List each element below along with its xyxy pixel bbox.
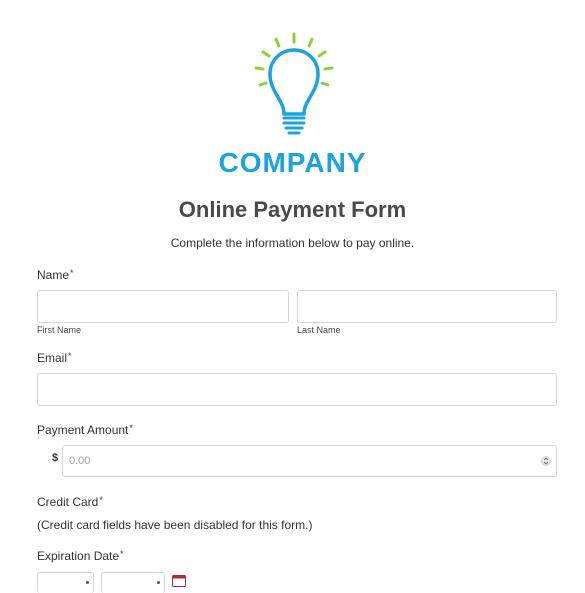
first-name-input[interactable] [37, 290, 289, 323]
expiration-date-label: Expiration Date* [37, 549, 124, 563]
required-mark: * [129, 423, 133, 433]
last-name-sublabel: Last Name [297, 325, 341, 335]
payment-amount-label-text: Payment Amount [37, 423, 129, 437]
email-input[interactable] [37, 373, 557, 406]
required-mark: * [99, 495, 103, 505]
first-name-sublabel: First Name [37, 325, 82, 335]
calendar-icon[interactable] [172, 575, 186, 587]
form-subtitle: Complete the information below to pay on… [170, 236, 415, 250]
credit-card-label: Credit Card* [37, 495, 103, 509]
currency-symbol: $ [52, 452, 59, 464]
name-label-text: Name [37, 268, 70, 282]
expiration-month-select[interactable] [37, 572, 94, 593]
payment-amount-input[interactable]: 0.00 [63, 446, 556, 476]
name-label: Name* [37, 268, 74, 282]
credit-card-disabled-note: (Credit card fields have been disabled f… [37, 518, 313, 532]
dropdown-caret-icon [157, 581, 160, 584]
payment-amount-label: Payment Amount* [37, 423, 133, 437]
email-label-text: Email [37, 351, 68, 365]
expiration-date-label-text: Expiration Date [37, 549, 120, 563]
form-title: Online Payment Form [178, 197, 407, 222]
expiration-year-select[interactable] [101, 572, 165, 593]
last-name-input[interactable] [297, 290, 557, 323]
required-mark: * [70, 268, 74, 278]
number-spinner-icon[interactable] [541, 455, 551, 467]
email-label: Email* [37, 351, 72, 365]
payment-amount-field[interactable]: 0.00 [62, 445, 557, 477]
required-mark: * [68, 351, 72, 361]
lightbulb-icon [254, 32, 334, 135]
company-name: COMPANY [218, 147, 367, 178]
credit-card-label-text: Credit Card [37, 495, 99, 509]
required-mark: * [120, 549, 124, 559]
dropdown-caret-icon [86, 581, 89, 584]
